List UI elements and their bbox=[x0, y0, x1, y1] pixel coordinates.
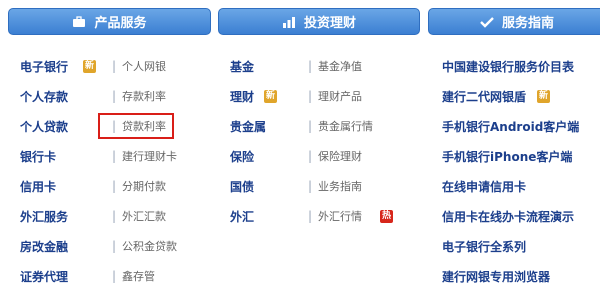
list-item: 银行卡 | 建行理财卡 bbox=[8, 146, 211, 166]
link-bank-card[interactable]: 银行卡 bbox=[20, 148, 56, 165]
list-item: 中国建设银行服务价目表 bbox=[428, 56, 600, 76]
list-item: 电子银行全系列 bbox=[428, 236, 600, 256]
panel-title: 产品服务 bbox=[94, 16, 147, 31]
link-fund[interactable]: 基金 bbox=[230, 58, 254, 75]
list-item: 手机银行iPhone客户端 bbox=[428, 146, 600, 166]
link-installment[interactable]: 分期付款 bbox=[122, 178, 166, 194]
list-item: 外汇服务 | 外汇汇款 bbox=[8, 206, 211, 226]
link-iphone-client[interactable]: 手机银行iPhone客户端 bbox=[442, 148, 572, 165]
link-forex-service[interactable]: 外汇服务 bbox=[20, 208, 68, 225]
new-badge: 新 bbox=[264, 89, 278, 103]
list-item: 保险 | 保险理财 bbox=[218, 146, 420, 166]
link-housing-finance[interactable]: 房改金融 bbox=[20, 238, 68, 255]
link-wealth[interactable]: 理财 bbox=[230, 88, 254, 105]
separator: | bbox=[112, 269, 117, 283]
separator: | bbox=[112, 89, 117, 103]
link-provident-loan[interactable]: 公积金贷款 bbox=[122, 238, 177, 254]
hot-badge: 热 bbox=[380, 209, 394, 223]
panel-title: 投资理财 bbox=[303, 16, 356, 31]
panel-header-service-guide[interactable]: 服务指南 bbox=[428, 8, 600, 35]
link-precious-metals[interactable]: 贵金属 bbox=[230, 118, 266, 135]
link-e-banking[interactable]: 电子银行 bbox=[20, 58, 68, 75]
separator: | bbox=[308, 119, 313, 133]
link-usb-key-2nd-gen[interactable]: 建行二代网银盾 bbox=[442, 88, 526, 105]
briefcase-icon bbox=[72, 15, 86, 28]
list-item: 信用卡在线办卡流程演示 bbox=[428, 206, 600, 226]
link-deposit-rate[interactable]: 存款利率 bbox=[122, 88, 166, 104]
separator: | bbox=[308, 149, 313, 163]
link-forex-quotes[interactable]: 外汇行情 bbox=[318, 208, 362, 224]
link-xin-custody[interactable]: 鑫存管 bbox=[122, 268, 155, 284]
link-ebank-browser[interactable]: 建行网银专用浏览器 bbox=[442, 268, 550, 285]
link-forex[interactable]: 外汇 bbox=[230, 208, 254, 225]
list-item: 房改金融 | 公积金贷款 bbox=[8, 236, 211, 256]
panel-investment: 投资理财 基金 | 基金净值 理财 新 | 理财产品 贵金属 | 贵金属行情 保… bbox=[218, 0, 420, 301]
link-precious-metal-quotes[interactable]: 贵金属行情 bbox=[318, 118, 373, 134]
list-item: 证券代理 | 鑫存管 bbox=[8, 266, 211, 286]
separator: | bbox=[112, 59, 117, 73]
link-personal-loan[interactable]: 个人贷款 bbox=[20, 118, 68, 135]
panel-service-guide: 服务指南 中国建设银行服务价目表 建行二代网银盾 新 手机银行Android客户… bbox=[428, 0, 600, 301]
list-item: 建行网银专用浏览器 bbox=[428, 266, 600, 286]
separator: | bbox=[308, 59, 313, 73]
new-badge: 新 bbox=[537, 89, 551, 103]
link-personal-ebank[interactable]: 个人网银 bbox=[122, 58, 166, 74]
panel-header-investment[interactable]: 投资理财 bbox=[218, 8, 420, 35]
panel-title: 服务指南 bbox=[501, 16, 554, 31]
link-ccb-wealth-card[interactable]: 建行理财卡 bbox=[122, 148, 177, 164]
panel-header-products[interactable]: 产品服务 bbox=[8, 8, 211, 35]
check-icon bbox=[480, 16, 494, 28]
separator: | bbox=[112, 149, 117, 163]
list-item: 信用卡 | 分期付款 bbox=[8, 176, 211, 196]
list-item: 外汇 | 外汇行情 热 bbox=[218, 206, 420, 226]
separator: | bbox=[308, 89, 313, 103]
list-item: 国债 | 业务指南 bbox=[218, 176, 420, 196]
list-item: 电子银行 新 | 个人网银 bbox=[8, 56, 211, 76]
link-wealth-products[interactable]: 理财产品 bbox=[318, 88, 362, 104]
link-ebank-series[interactable]: 电子银行全系列 bbox=[442, 238, 526, 255]
link-fee-schedule[interactable]: 中国建设银行服务价目表 bbox=[442, 58, 574, 75]
separator: | bbox=[308, 209, 313, 223]
link-treasury-bonds[interactable]: 国债 bbox=[230, 178, 254, 195]
separator: | bbox=[112, 179, 117, 193]
list-item: 个人存款 | 存款利率 bbox=[8, 86, 211, 106]
bar-chart-icon bbox=[282, 16, 296, 28]
link-credit-card[interactable]: 信用卡 bbox=[20, 178, 56, 195]
highlight-box bbox=[98, 113, 174, 139]
new-badge: 新 bbox=[83, 59, 97, 73]
list-item: 建行二代网银盾 新 bbox=[428, 86, 600, 106]
list-item: 手机银行Android客户端 bbox=[428, 116, 600, 136]
link-personal-deposit[interactable]: 个人存款 bbox=[20, 88, 68, 105]
link-securities-agency[interactable]: 证券代理 bbox=[20, 268, 68, 285]
separator: | bbox=[308, 179, 313, 193]
link-business-guide[interactable]: 业务指南 bbox=[318, 178, 362, 194]
link-insurance-wealth[interactable]: 保险理财 bbox=[318, 148, 362, 164]
link-apply-credit-card[interactable]: 在线申请信用卡 bbox=[442, 178, 526, 195]
separator: | bbox=[112, 239, 117, 253]
link-forex-remittance[interactable]: 外汇汇款 bbox=[122, 208, 166, 224]
list-item: 贵金属 | 贵金属行情 bbox=[218, 116, 420, 136]
link-fund-nav[interactable]: 基金净值 bbox=[318, 58, 362, 74]
panel-products: 产品服务 电子银行 新 | 个人网银 个人存款 | 存款利率 个人贷款 | 贷款… bbox=[8, 0, 211, 301]
link-insurance[interactable]: 保险 bbox=[230, 148, 254, 165]
list-item: 基金 | 基金净值 bbox=[218, 56, 420, 76]
separator: | bbox=[112, 209, 117, 223]
list-item: 理财 新 | 理财产品 bbox=[218, 86, 420, 106]
link-card-flow-demo[interactable]: 信用卡在线办卡流程演示 bbox=[442, 208, 574, 225]
list-item: 在线申请信用卡 bbox=[428, 176, 600, 196]
link-android-client[interactable]: 手机银行Android客户端 bbox=[442, 118, 579, 135]
